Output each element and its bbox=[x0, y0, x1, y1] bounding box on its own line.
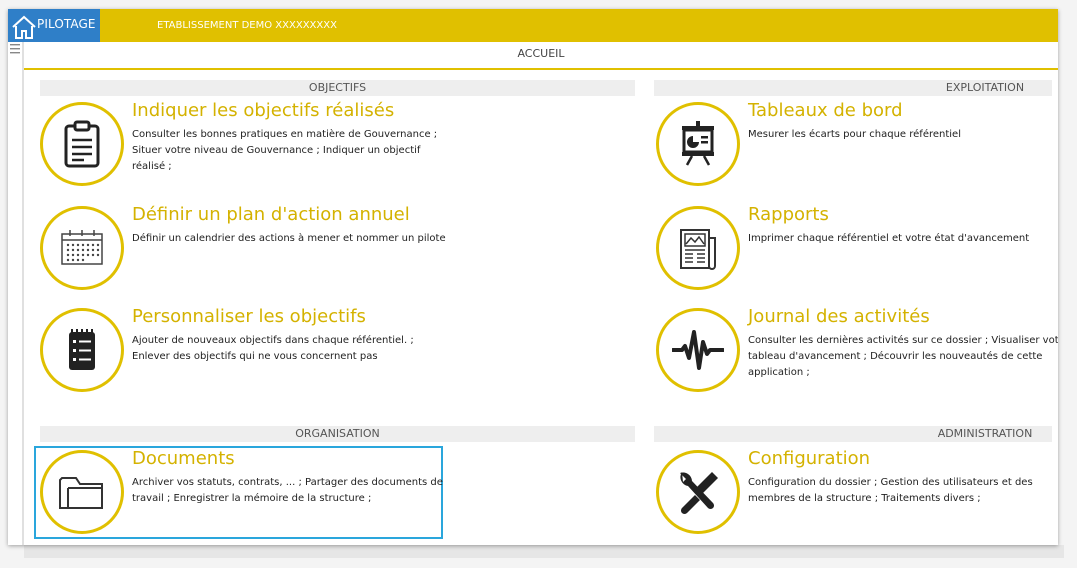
tile-icon-circle bbox=[40, 206, 124, 290]
tile-title[interactable]: Configuration bbox=[748, 448, 870, 469]
calendar-icon bbox=[61, 230, 103, 265]
top-bar: PILOTAGE ETABLISSEMENT DEMO XXXXXXXXX bbox=[8, 9, 1058, 42]
clipboard-icon bbox=[64, 120, 100, 168]
tile-description: Consulter les bonnes pratiques en matièr… bbox=[132, 129, 438, 172]
tile-title[interactable]: Tableaux de bord bbox=[748, 100, 903, 121]
checklist-icon bbox=[69, 329, 95, 370]
section-header-organisation: ORGANISATION bbox=[40, 426, 635, 442]
section-label: ADMINISTRATION bbox=[937, 427, 1033, 440]
section-header-administration: ADMINISTRATION bbox=[654, 426, 1052, 442]
tile-description: Configuration du dossier ; Gestion des u… bbox=[748, 477, 1033, 504]
tile-icon-circle bbox=[656, 308, 740, 392]
hamburger-menu-icon[interactable] bbox=[8, 43, 22, 55]
tile-description: Définir un calendrier des actions à mene… bbox=[132, 233, 446, 244]
folder-icon bbox=[59, 477, 103, 509]
newspaper-icon bbox=[680, 229, 716, 270]
section-header-objectifs: OBJECTIFS bbox=[40, 80, 635, 96]
tools-icon bbox=[680, 472, 718, 515]
tile-icon-circle bbox=[656, 102, 740, 186]
home-tab[interactable]: PILOTAGE bbox=[8, 9, 100, 42]
tile-description: Imprimer chaque référentiel et votre éta… bbox=[748, 233, 1030, 244]
establishment-name[interactable]: ETABLISSEMENT DEMO XXXXXXXXX bbox=[157, 20, 337, 31]
tile-description: Archiver vos statuts, contrats, ... ; Pa… bbox=[132, 477, 443, 504]
page-title: ACCUEIL bbox=[517, 47, 565, 60]
tile-description: Consulter les dernières activités sur ce… bbox=[748, 335, 1058, 378]
tile-icon-circle bbox=[40, 450, 124, 534]
tile-description: Mesurer les écarts pour chaque référenti… bbox=[748, 129, 961, 140]
section-label: EXPLOITATION bbox=[945, 81, 1025, 94]
tile-icon-circle bbox=[40, 102, 124, 186]
app-window: PILOTAGE ETABLISSEMENT DEMO XXXXXXXXX AC… bbox=[8, 9, 1058, 545]
left-rail bbox=[22, 42, 24, 545]
tile-title[interactable]: Définir un plan d'action annuel bbox=[132, 204, 410, 225]
tile-title[interactable]: Indiquer les objectifs réalisés bbox=[132, 100, 394, 121]
tile-title[interactable]: Journal des activités bbox=[748, 306, 930, 327]
presentation-board-icon bbox=[682, 121, 714, 166]
tile-icon-circle bbox=[40, 308, 124, 392]
section-header-exploitation: EXPLOITATION bbox=[654, 80, 1052, 96]
home-icon bbox=[12, 15, 36, 39]
tile-description: Ajouter de nouveaux objectifs dans chaqu… bbox=[132, 335, 414, 362]
home-label: PILOTAGE bbox=[37, 17, 96, 31]
tile-icon-circle bbox=[656, 450, 740, 534]
tile-title[interactable]: Documents bbox=[132, 448, 235, 469]
page-title-bar: ACCUEIL bbox=[24, 42, 1058, 70]
tile-title[interactable]: Personnaliser les objectifs bbox=[132, 306, 366, 327]
activity-pulse-icon bbox=[672, 330, 724, 370]
bottom-scroll-area bbox=[24, 545, 1064, 558]
section-label: ORGANISATION bbox=[295, 427, 380, 440]
tile-icon-circle bbox=[656, 206, 740, 290]
tile-title[interactable]: Rapports bbox=[748, 204, 829, 225]
section-label: OBJECTIFS bbox=[308, 81, 367, 94]
